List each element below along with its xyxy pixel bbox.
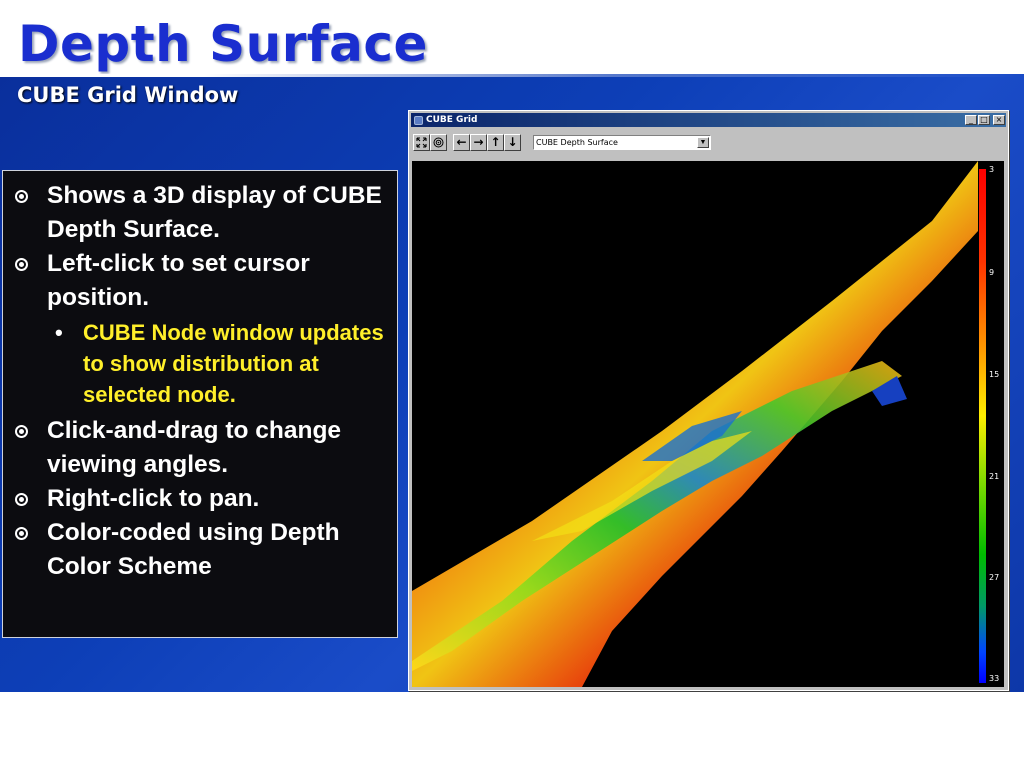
bullet-text: Color-coded using Depth Color Scheme [47, 519, 340, 580]
pan-up-button[interactable]: ↑ [487, 133, 504, 151]
ring-bullet-icon [15, 516, 47, 550]
bullet-text: Shows a 3D display of CUBE Depth Surface… [47, 182, 382, 243]
ring-bullet-icon [15, 179, 47, 213]
expand-icon[interactable] [413, 133, 430, 151]
depth-tick: 27 [989, 573, 1000, 582]
surface-select[interactable]: CUBE Depth Surface ▼ [533, 134, 711, 150]
pan-left-button[interactable]: ← [453, 133, 470, 151]
bullet-item: Shows a 3D display of CUBE Depth Surface… [15, 179, 391, 247]
cube-grid-window: CUBE Grid _ □ × ← → ↑ ↓ CUBE Depth Surfa… [408, 110, 1009, 691]
close-button[interactable]: × [993, 115, 1005, 125]
window-toolbar: ← → ↑ ↓ CUBE Depth Surface ▼ [413, 130, 1004, 154]
depth-tick: 15 [989, 370, 1000, 379]
window-titlebar[interactable]: CUBE Grid _ □ × [411, 113, 1006, 127]
band-highlight [0, 74, 1024, 77]
bullet-item: Click-and-drag to change viewing angles. [15, 414, 391, 482]
ring-bullet-icon [15, 482, 47, 516]
bullet-item: Color-coded using Depth Color Scheme [15, 516, 391, 584]
bullet-text: Right-click to pan. [47, 485, 260, 512]
bullet-text-box: Shows a 3D display of CUBE Depth Surface… [2, 170, 398, 638]
window-title: CUBE Grid [426, 115, 478, 125]
sub-bullet-item: • CUBE Node window updates to show distr… [55, 317, 391, 410]
minimize-button[interactable]: _ [965, 115, 977, 125]
depth-tick: 21 [989, 472, 1000, 481]
depth-tick: 9 [989, 268, 995, 277]
slide-title: Depth Surface [18, 15, 428, 73]
maximize-button[interactable]: □ [978, 115, 990, 125]
ring-bullet-icon [15, 414, 47, 448]
band-bottom-line [0, 692, 1024, 694]
depth-surface-render [412, 161, 978, 687]
depth-tick: 33 [989, 674, 1000, 683]
bullet-text: Left-click to set cursor position. [47, 250, 310, 311]
bullet-item: Left-click to set cursor position. [15, 247, 391, 315]
pan-down-button[interactable]: ↓ [504, 133, 521, 151]
target-icon[interactable] [430, 133, 447, 151]
chevron-down-icon[interactable]: ▼ [697, 136, 709, 148]
depth-color-scale [979, 169, 986, 683]
pan-right-button[interactable]: → [470, 133, 487, 151]
sub-bullet-text: CUBE Node window updates to show distrib… [83, 320, 384, 407]
app-icon [414, 115, 423, 125]
surface-select-value: CUBE Depth Surface [536, 137, 618, 147]
ring-bullet-icon [15, 247, 47, 281]
bullet-item: Right-click to pan. [15, 482, 391, 516]
slide-subtitle: CUBE Grid Window [17, 83, 239, 107]
depth-tick: 3 [989, 165, 995, 174]
bullet-text: Click-and-drag to change viewing angles. [47, 417, 342, 478]
3d-surface-viewport[interactable]: 3 9 15 21 27 33 [412, 161, 1004, 687]
dot-bullet-icon: • [55, 320, 63, 345]
